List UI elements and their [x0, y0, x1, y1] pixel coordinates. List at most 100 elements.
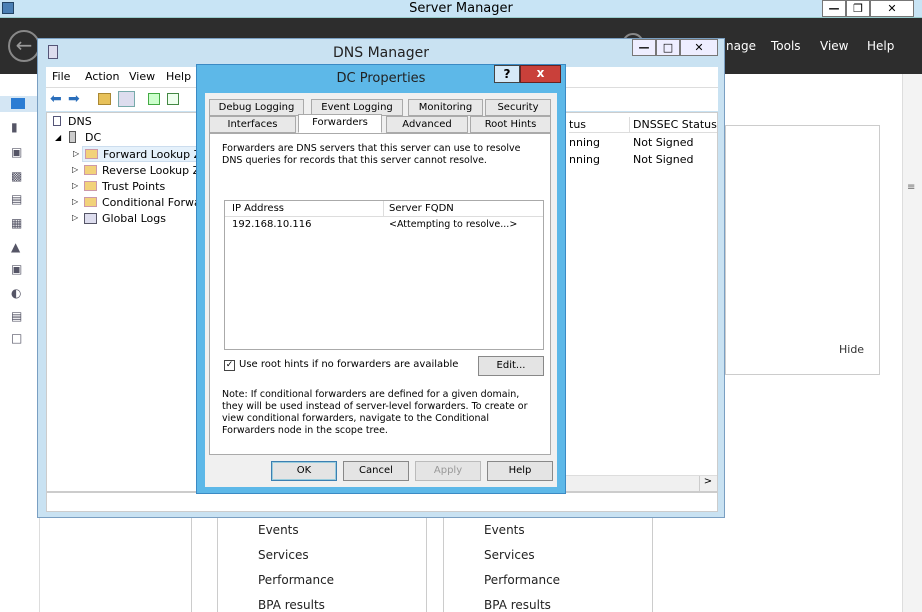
file-services-icon[interactable]: ▲ [11, 241, 25, 253]
remote-access-icon[interactable]: ◐ [11, 287, 25, 299]
dashboard-icon [11, 98, 25, 109]
dialog-close-button[interactable]: x [520, 65, 561, 83]
hide-link[interactable]: Hide [839, 343, 864, 356]
tree-item-reverse-lookup[interactable]: ▷ Reverse Lookup Zor [72, 163, 211, 179]
table-row[interactable]: nning Not Signed [569, 135, 717, 151]
apply-button[interactable]: Apply [415, 461, 481, 481]
expand-arrow-icon[interactable]: ▷ [72, 165, 78, 174]
close-button[interactable]: ✕ [870, 0, 914, 17]
scroll-grip-icon: ≡ [907, 182, 916, 193]
tree-item-label: Trust Points [102, 180, 166, 193]
column-dnssec-status[interactable]: DNSSEC Status [633, 118, 717, 131]
dialog-body: Debug Logging Event Logging Monitoring S… [205, 93, 557, 487]
expand-dc-icon[interactable]: ◢ [55, 133, 61, 142]
forwarder-fqdn: <Attempting to resolve...> [389, 219, 518, 230]
menu-tools[interactable]: Tools [771, 39, 801, 53]
tree-dns-root[interactable]: DNS [68, 115, 92, 128]
dns-maximize-button[interactable]: □ [656, 39, 680, 56]
menu-view[interactable]: View [129, 70, 155, 83]
dns-minimize-button[interactable]: — [632, 39, 656, 56]
tile2-events[interactable]: Events [484, 523, 525, 537]
menu-manage[interactable]: nage [726, 39, 756, 53]
expand-arrow-icon[interactable]: ▷ [73, 149, 79, 158]
menu-view[interactable]: View [820, 39, 848, 53]
tile2-services[interactable]: Services [484, 548, 535, 562]
minimize-button[interactable]: — [822, 0, 846, 17]
forwarders-tab-panel: Forwarders are DNS servers that this ser… [209, 133, 551, 455]
list-header: IP Address Server FQDN [225, 201, 543, 217]
table-row[interactable]: 192.168.10.116 <Attempting to resolve...… [225, 218, 543, 233]
cancel-button[interactable]: Cancel [343, 461, 409, 481]
all-servers-icon[interactable]: ▣ [11, 146, 25, 158]
tab-root-hints[interactable]: Root Hints [470, 116, 551, 133]
iis-icon[interactable]: ▣ [11, 263, 25, 275]
table-row[interactable]: nning Not Signed [569, 152, 717, 168]
folder-icon [84, 197, 97, 207]
tree-item-trust-points[interactable]: ▷ Trust Points [72, 179, 199, 195]
column-ip-address[interactable]: IP Address [232, 203, 284, 214]
use-root-hints-checkbox[interactable]: ✓ [224, 360, 235, 371]
column-server-fqdn[interactable]: Server FQDN [389, 203, 454, 214]
back-arrow-icon[interactable]: ← [8, 30, 40, 62]
dns-root-icon [53, 116, 61, 126]
forward-icon[interactable]: ➡ [68, 92, 80, 106]
tile1-performance[interactable]: Performance [258, 573, 334, 587]
column-divider[interactable] [383, 201, 384, 217]
dns-close-button[interactable]: ✕ [680, 39, 718, 56]
restore-button[interactable]: ❐ [846, 0, 870, 17]
tile2-bpa-results[interactable]: BPA results [484, 598, 551, 612]
tree-item-label: Reverse Lookup Zor [102, 164, 212, 177]
server-manager-titlebar: Server Manager — ❐ ✕ [0, 0, 922, 18]
forwarders-list[interactable]: IP Address Server FQDN 192.168.10.116 <A… [224, 200, 544, 350]
tree-dc[interactable]: DC [85, 131, 101, 144]
tree-item-label: Global Logs [102, 212, 166, 225]
scroll-right-icon[interactable]: > [699, 476, 716, 491]
dhcp-icon[interactable]: ▤ [11, 193, 25, 205]
tile1-bpa-results[interactable]: BPA results [258, 598, 325, 612]
tile-divider [191, 518, 192, 612]
list-header: tus DNSSEC Status [569, 117, 717, 133]
wsus-icon[interactable]: □ [11, 332, 25, 344]
ad-ds-icon[interactable]: ▩ [11, 170, 25, 182]
dns-icon[interactable]: ▦ [11, 217, 25, 229]
tree-item-global-logs[interactable]: ▷ Global Logs [72, 211, 199, 227]
use-root-hints-label: Use root hints if no forwarders are avai… [239, 359, 459, 370]
expand-arrow-icon[interactable]: ▷ [72, 213, 78, 222]
tab-monitoring[interactable]: Monitoring [408, 99, 483, 116]
vertical-scrollbar[interactable]: ≡ [902, 74, 922, 612]
ok-button[interactable]: OK [271, 461, 337, 481]
server-manager-title: Server Manager [409, 1, 513, 16]
local-server-icon[interactable]: ▮ [11, 121, 25, 133]
tile1-events[interactable]: Events [258, 523, 299, 537]
tile2-performance[interactable]: Performance [484, 573, 560, 587]
tree-item-forward-lookup[interactable]: ▷ Forward Lookup Zor [73, 146, 212, 162]
menu-help[interactable]: Help [166, 70, 191, 83]
column-status[interactable]: tus [569, 118, 586, 131]
column-divider[interactable] [629, 117, 630, 133]
tab-debug-logging[interactable]: Debug Logging [209, 99, 304, 116]
print-services-icon[interactable]: ▤ [11, 310, 25, 322]
up-folder-icon[interactable] [98, 93, 111, 105]
edit-button[interactable]: Edit... [478, 356, 544, 376]
menu-help[interactable]: Help [867, 39, 894, 53]
tab-interfaces[interactable]: Interfaces [209, 116, 296, 133]
expand-arrow-icon[interactable]: ▷ [72, 197, 78, 206]
back-icon[interactable]: ⬅ [50, 92, 62, 106]
row-status: nning [569, 153, 600, 166]
tile1-services[interactable]: Services [258, 548, 309, 562]
folder-icon [85, 149, 98, 159]
tree-item-conditional-forwarders[interactable]: ▷ Conditional Forward [72, 195, 212, 211]
menu-action[interactable]: Action [85, 70, 119, 83]
expand-arrow-icon[interactable]: ▷ [72, 181, 78, 190]
help-question-button[interactable]: ? [494, 65, 520, 83]
sidebar-item-dashboard[interactable] [0, 96, 40, 112]
tab-forwarders[interactable]: Forwarders [298, 114, 382, 133]
folder-icon [84, 165, 97, 175]
export-icon[interactable] [167, 93, 179, 105]
tab-advanced[interactable]: Advanced [386, 116, 468, 133]
tab-security[interactable]: Security [485, 99, 551, 116]
menu-file[interactable]: File [52, 70, 70, 83]
help-button[interactable]: Help [487, 461, 553, 481]
show-hide-tree-icon[interactable] [118, 91, 135, 107]
refresh-icon[interactable] [148, 93, 160, 105]
